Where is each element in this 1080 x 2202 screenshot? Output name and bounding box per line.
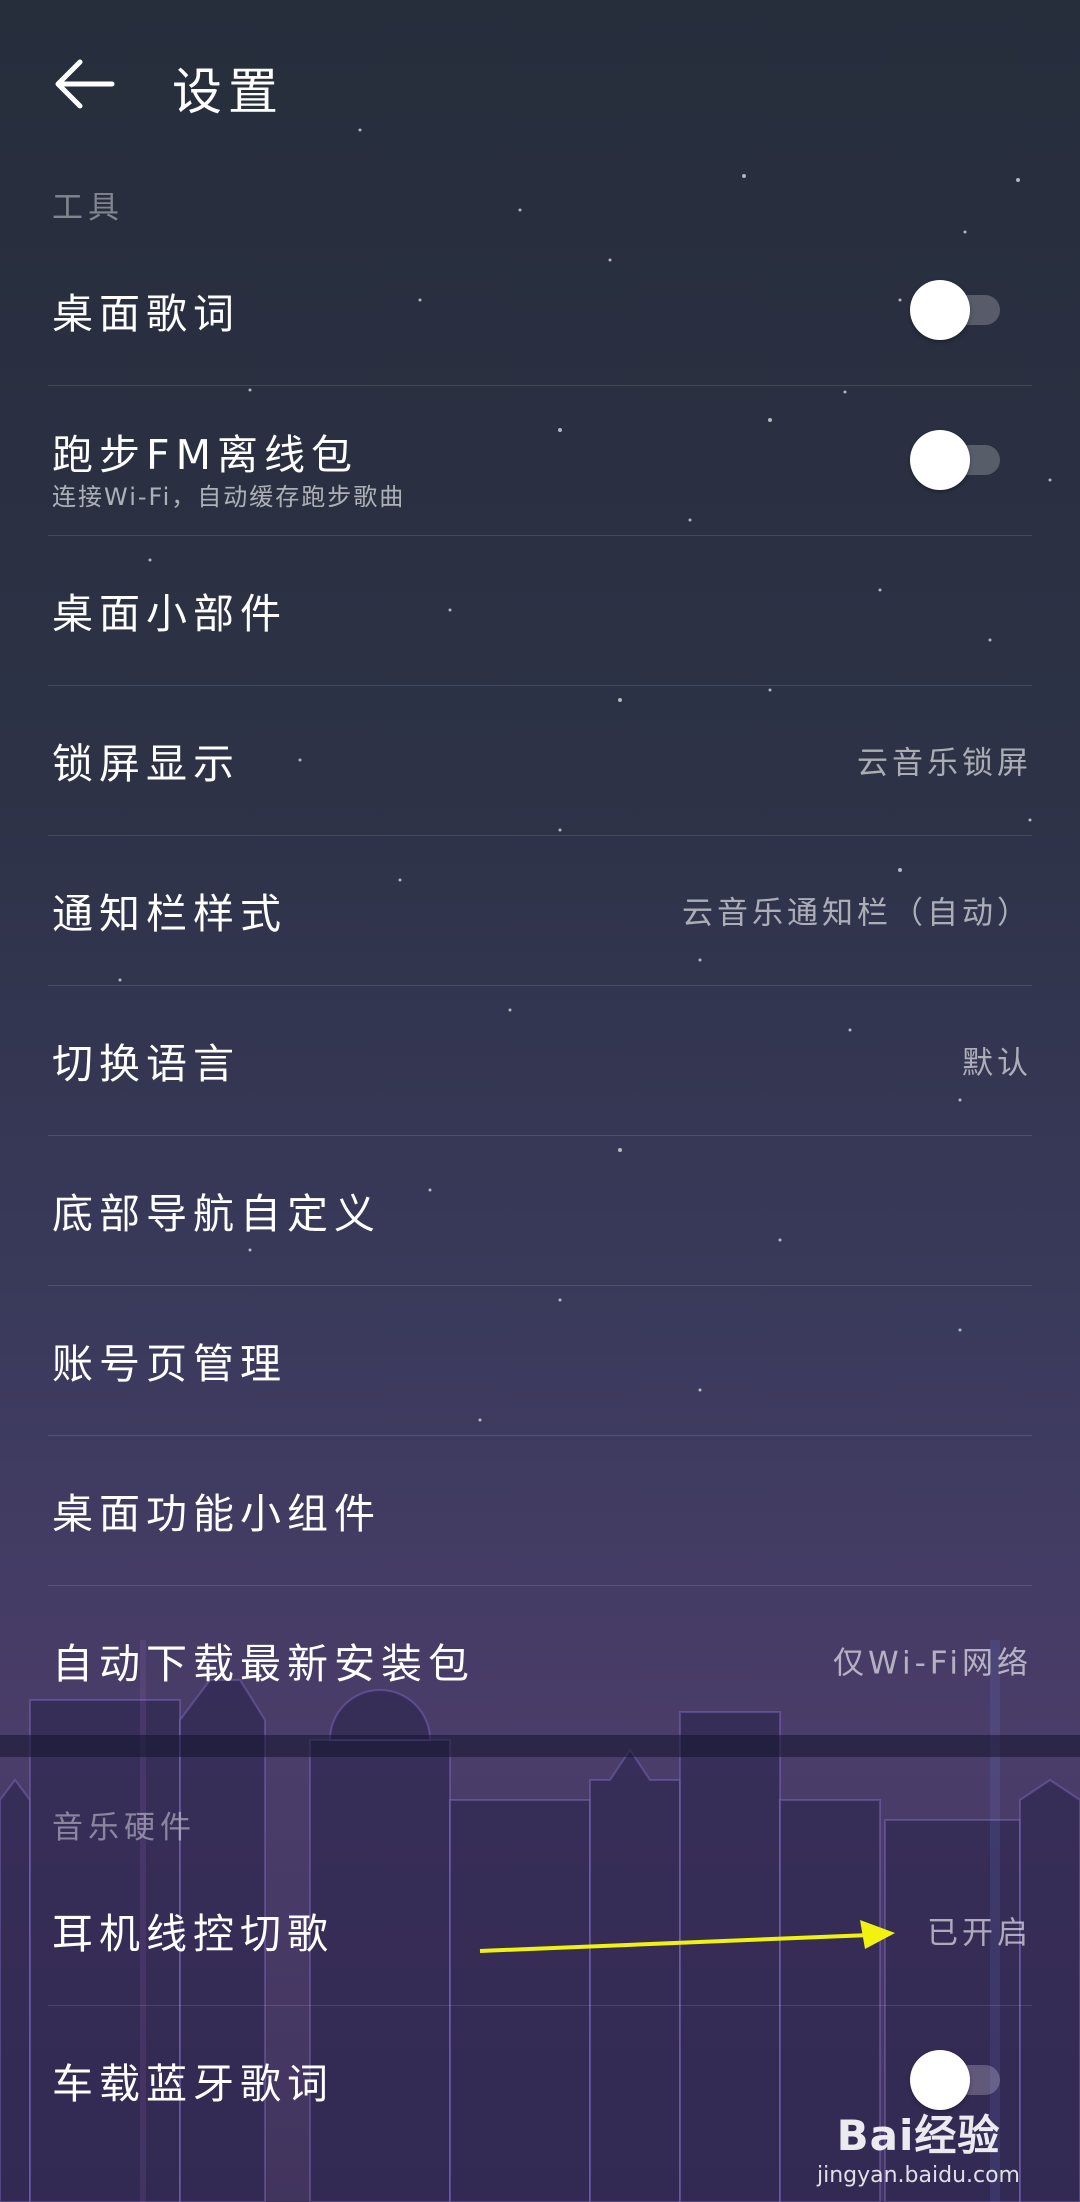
setting-value: 已开启: [927, 1915, 1032, 1952]
section-header-music-hardware: 音乐硬件: [52, 1810, 196, 1846]
page-title: 设置: [172, 63, 284, 121]
setting-value: 仅Wi-Fi网络: [833, 1645, 1032, 1682]
setting-label: 跑步FM离线包: [52, 431, 358, 479]
setting-label: 车载蓝牙歌词: [52, 2060, 334, 2108]
setting-account-page[interactable]: 账号页管理: [48, 1285, 1032, 1436]
watermark-logo: Bai经验: [836, 2111, 1001, 2160]
baidu-watermark: Bai经验 jingyan.baidu.com: [817, 2102, 1020, 2188]
setting-label: 桌面歌词: [52, 290, 240, 338]
app-bar: 设置: [0, 0, 1080, 170]
setting-label: 通知栏样式: [52, 890, 287, 938]
setting-label: 桌面小部件: [52, 590, 287, 638]
setting-notification-style[interactable]: 通知栏样式 云音乐通知栏（自动）: [48, 835, 1032, 986]
setting-desktop-widget[interactable]: 桌面小部件: [48, 535, 1032, 686]
section-header-tools: 工具: [52, 190, 124, 226]
car-bluetooth-toggle[interactable]: [910, 2050, 1000, 2110]
setting-value: 云音乐通知栏（自动）: [682, 895, 1032, 932]
setting-label: 底部导航自定义: [52, 1190, 381, 1238]
setting-label: 切换语言: [52, 1040, 240, 1088]
setting-bottom-nav[interactable]: 底部导航自定义: [48, 1135, 1032, 1286]
setting-label: 耳机线控切歌: [52, 1910, 334, 1958]
setting-function-widget[interactable]: 桌面功能小组件: [48, 1435, 1032, 1586]
setting-value: 默认: [962, 1045, 1032, 1082]
setting-value: 云音乐锁屏: [857, 745, 1032, 782]
setting-language[interactable]: 切换语言 默认: [48, 985, 1032, 1136]
setting-label: 自动下载最新安装包: [52, 1640, 475, 1688]
setting-label: 锁屏显示: [52, 740, 240, 788]
running-fm-toggle[interactable]: [910, 430, 1000, 490]
setting-auto-download[interactable]: 自动下载最新安装包 仅Wi-Fi网络: [48, 1585, 1032, 1735]
setting-running-fm-offline[interactable]: 跑步FM离线包 连接Wi-Fi，自动缓存跑步歌曲: [48, 385, 1032, 536]
setting-desktop-lyrics[interactable]: 桌面歌词: [48, 235, 1032, 386]
setting-description: 连接Wi-Fi，自动缓存跑步歌曲: [52, 483, 406, 511]
annotation-arrow-icon: [479, 1920, 895, 1953]
section-divider: [0, 1735, 1080, 1757]
back-arrow-icon[interactable]: [50, 54, 118, 114]
setting-lock-screen[interactable]: 锁屏显示 云音乐锁屏: [48, 685, 1032, 836]
desktop-lyrics-toggle[interactable]: [910, 280, 1000, 340]
setting-label: 账号页管理: [52, 1340, 287, 1388]
watermark-url: jingyan.baidu.com: [816, 2163, 1020, 2188]
setting-label: 桌面功能小组件: [52, 1490, 381, 1538]
